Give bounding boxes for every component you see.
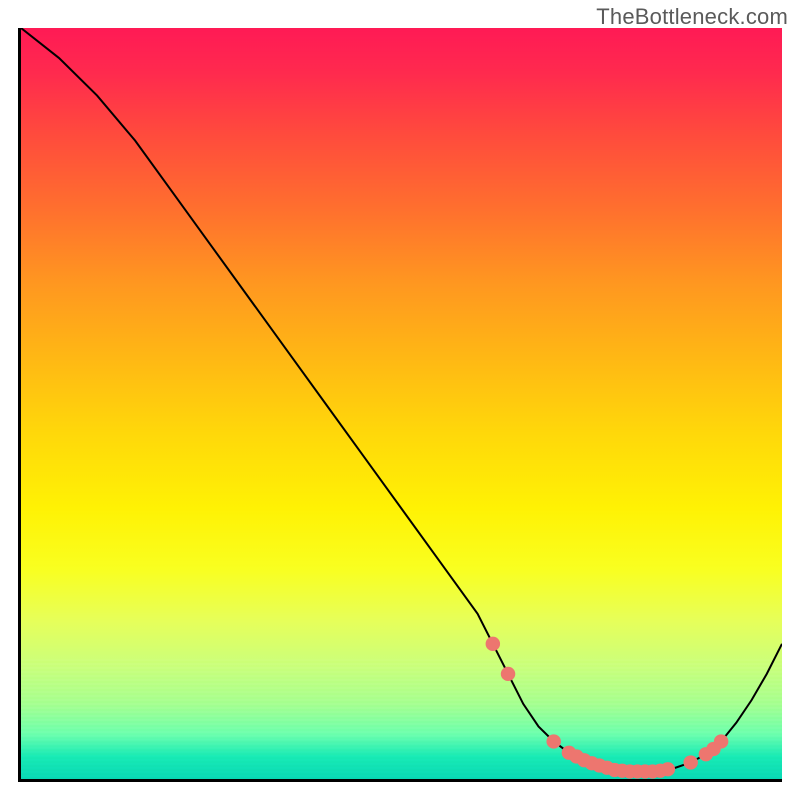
watermark-text: TheBottleneck.com (596, 4, 788, 30)
highlight-dot (683, 755, 697, 769)
highlight-dot (714, 734, 728, 748)
chart-container: TheBottleneck.com (0, 0, 800, 800)
highlight-dot (501, 667, 515, 681)
highlight-dot (486, 637, 500, 651)
highlight-dot (546, 734, 560, 748)
highlight-dots-group (486, 637, 729, 779)
bottleneck-curve-path (21, 28, 782, 771)
plot-area (18, 28, 782, 782)
curve-svg (21, 28, 782, 779)
highlight-dot (661, 762, 675, 776)
